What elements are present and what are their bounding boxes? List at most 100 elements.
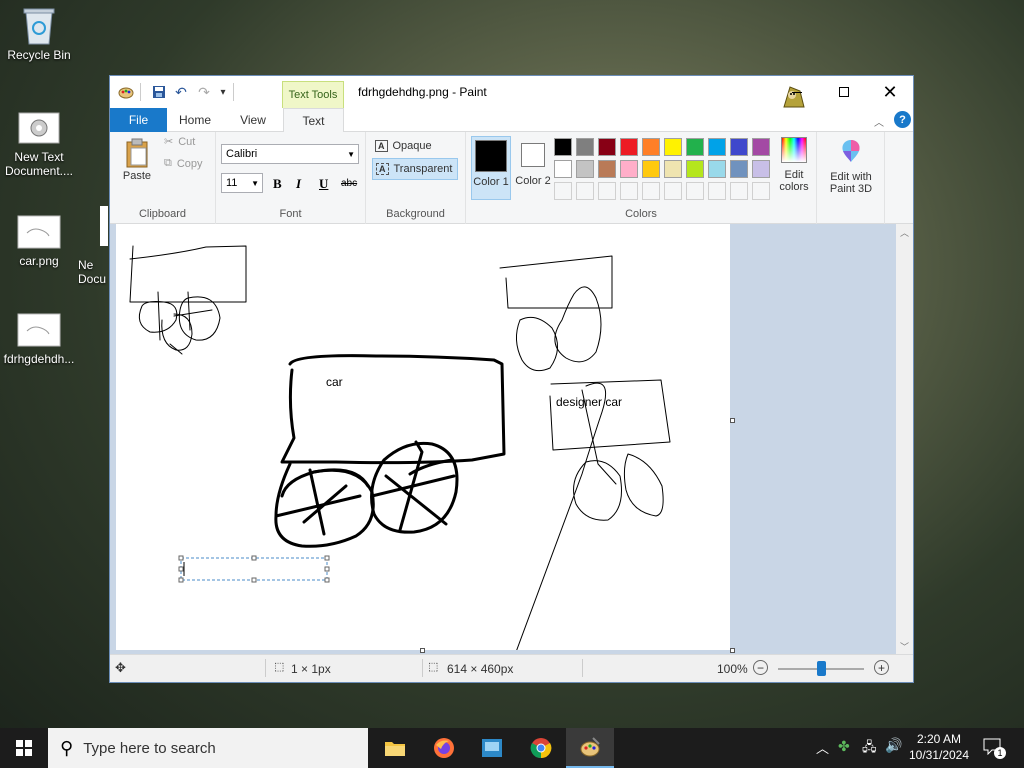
show-hidden-icons-button[interactable]: ︿ xyxy=(816,738,829,757)
tab-home[interactable]: Home xyxy=(170,108,220,132)
customize-quick-access-icon[interactable]: ▾ xyxy=(215,84,231,100)
start-button[interactable] xyxy=(0,728,48,768)
cut-label: Cut xyxy=(178,135,196,148)
volume-icon[interactable]: 🔊 xyxy=(885,737,902,754)
color2-button[interactable]: Color 2 xyxy=(514,136,552,200)
palette-swatch[interactable] xyxy=(598,160,616,178)
palette-swatch[interactable] xyxy=(664,138,682,156)
undo-icon[interactable]: ↶ xyxy=(173,84,189,100)
palette-swatch[interactable] xyxy=(554,160,572,178)
minimize-button[interactable] xyxy=(774,76,820,108)
palette-swatch[interactable] xyxy=(708,138,726,156)
transparent-button[interactable]: A Transparent xyxy=(372,158,458,180)
palette-swatch[interactable] xyxy=(576,138,594,156)
opaque-button[interactable]: A Opaque xyxy=(372,136,460,156)
maximize-button[interactable] xyxy=(821,76,867,108)
selection-size-icon: ⬚ xyxy=(274,661,285,673)
custom-color-slot[interactable] xyxy=(620,182,638,200)
canvas-resize-handle-corner[interactable] xyxy=(730,648,735,653)
zoom-in-button[interactable]: + xyxy=(874,660,889,675)
desktop-icon-fdrhgdehdh[interactable]: fdrhgdehdh... xyxy=(1,312,77,366)
custom-color-slot[interactable] xyxy=(686,182,704,200)
custom-color-slot[interactable] xyxy=(708,182,726,200)
custom-color-slot[interactable] xyxy=(576,182,594,200)
tab-file[interactable]: File xyxy=(110,108,167,132)
close-button[interactable]: ✕ xyxy=(867,76,913,108)
paint-taskbar-button[interactable] xyxy=(566,728,614,768)
palette-swatch[interactable] xyxy=(554,138,572,156)
font-family-select[interactable]: Calibri ▼ xyxy=(221,144,359,164)
firefox-button[interactable] xyxy=(420,728,468,768)
strikethrough-button[interactable]: abc xyxy=(341,178,357,189)
separator xyxy=(140,83,141,101)
palette-swatch[interactable] xyxy=(598,138,616,156)
search-box[interactable]: ⚲ Type here to search xyxy=(48,728,368,768)
palette-swatch[interactable] xyxy=(620,138,638,156)
custom-color-slot[interactable] xyxy=(642,182,660,200)
canvas-area[interactable]: car designer car ︿ ﹀ xyxy=(110,224,913,654)
divider xyxy=(582,659,583,677)
custom-color-slot[interactable] xyxy=(752,182,770,200)
cut-button[interactable]: ✂ Cut xyxy=(164,135,196,149)
custom-color-slot[interactable] xyxy=(598,182,616,200)
redo-icon[interactable]: ↷ xyxy=(196,84,212,100)
tab-text[interactable]: Text xyxy=(283,108,344,133)
desktop-icon-new-text-document[interactable]: New Text Document.... xyxy=(1,110,77,178)
color1-button[interactable]: Color 1 xyxy=(471,136,511,200)
canvas-resize-handle-bottom[interactable] xyxy=(420,648,425,653)
underline-button[interactable]: U xyxy=(319,176,328,192)
custom-color-slot[interactable] xyxy=(730,182,748,200)
search-icon: ⚲ xyxy=(60,737,74,758)
zoom-slider-thumb[interactable] xyxy=(817,661,826,676)
bold-button[interactable]: B xyxy=(273,176,282,192)
app-button[interactable] xyxy=(468,728,516,768)
color2-swatch xyxy=(521,143,545,167)
paste-button[interactable]: Paste xyxy=(118,138,156,190)
desktop-icon-recycle-bin[interactable]: Recycle Bin xyxy=(1,8,77,62)
palette-swatch[interactable] xyxy=(576,160,594,178)
palette-swatch[interactable] xyxy=(686,138,704,156)
file-explorer-button[interactable] xyxy=(371,728,419,768)
palette-swatch[interactable] xyxy=(730,160,748,178)
edit-colors-button[interactable]: Edit colors xyxy=(774,137,814,193)
font-size-select[interactable]: 11 ▼ xyxy=(221,173,263,193)
drawing-canvas[interactable]: car designer car xyxy=(116,224,730,650)
color1-swatch xyxy=(475,140,507,172)
collapse-ribbon-icon[interactable]: ︿ xyxy=(874,114,884,129)
network-icon[interactable]: 🖧 xyxy=(862,738,877,760)
chrome-button[interactable] xyxy=(517,728,565,768)
custom-color-slot[interactable] xyxy=(664,182,682,200)
scroll-down-icon[interactable]: ﹀ xyxy=(900,640,909,653)
text-box-selection[interactable] xyxy=(180,557,328,581)
opaque-icon: A xyxy=(375,140,388,152)
desktop-icon-partial[interactable]: Ne Docu xyxy=(78,206,108,286)
palette-swatch[interactable] xyxy=(642,160,660,178)
help-icon[interactable]: ? xyxy=(894,111,911,128)
palette-swatch[interactable] xyxy=(686,160,704,178)
palette-swatch[interactable] xyxy=(752,138,770,156)
edit-with-paint3d-button[interactable]: Edit with Paint 3D xyxy=(821,137,881,195)
copy-button[interactable]: ⧉ Copy xyxy=(164,157,203,170)
italic-button[interactable]: I xyxy=(296,176,301,192)
zoom-out-button[interactable]: − xyxy=(753,660,768,675)
palette-swatch[interactable] xyxy=(752,160,770,178)
canvas-resize-handle-right[interactable] xyxy=(730,418,735,423)
title-bar[interactable]: ↶ ↷ ▾ Text Tools fdrhgdehdhg.png - Paint… xyxy=(110,76,913,108)
palette-swatch[interactable] xyxy=(620,160,638,178)
palette-swatch[interactable] xyxy=(642,138,660,156)
text-document-gear-icon xyxy=(17,110,61,146)
custom-color-slot[interactable] xyxy=(554,182,572,200)
palette-swatch[interactable] xyxy=(708,160,726,178)
vertical-scrollbar[interactable]: ︿ ﹀ xyxy=(896,224,913,654)
rainbow-palette-icon xyxy=(781,137,807,163)
control-panel-icon xyxy=(482,739,502,757)
scroll-up-icon[interactable]: ︿ xyxy=(900,226,909,239)
notifications-button[interactable]: 1 xyxy=(982,737,1006,759)
tab-view[interactable]: View xyxy=(228,108,278,132)
palette-swatch[interactable] xyxy=(664,160,682,178)
clock[interactable]: 2:20 AM 10/31/2024 xyxy=(906,731,972,763)
save-icon[interactable] xyxy=(151,84,167,100)
tray-app-icon[interactable]: ✤ xyxy=(838,738,850,755)
desktop-icon-car-png[interactable]: car.png xyxy=(1,214,77,268)
palette-swatch[interactable] xyxy=(730,138,748,156)
